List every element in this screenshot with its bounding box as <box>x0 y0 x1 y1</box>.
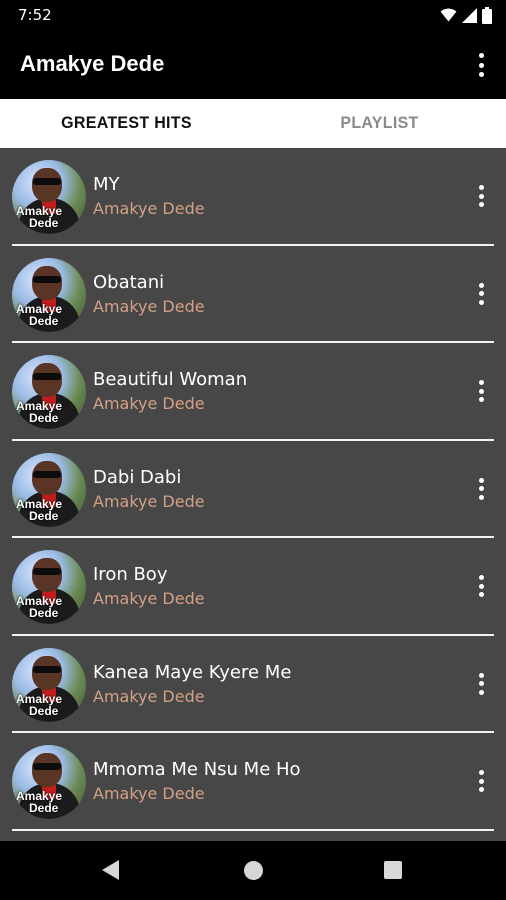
song-artist: Amakye Dede <box>93 394 205 413</box>
list-item[interactable]: Amakye Dede Beautiful Woman Amakye Dede <box>12 343 494 441</box>
song-title: Kanea Maye Kyere Me <box>93 661 292 683</box>
album-art-caption-line2: Dede <box>29 216 59 230</box>
more-options-icon[interactable] <box>474 575 488 597</box>
song-title: Iron Boy <box>93 564 168 585</box>
album-art-caption-line2: Dede <box>29 801 59 815</box>
album-art-caption-line2: Dede <box>29 606 59 620</box>
tab-greatest-hits[interactable]: GREATEST HITS <box>0 98 253 149</box>
song-title: Mmoma Me Nsu Me Ho <box>93 759 301 780</box>
status-time: 7:52 <box>18 6 52 24</box>
battery-icon <box>482 6 492 24</box>
more-options-icon[interactable] <box>474 380 488 402</box>
song-artist: Amakye Dede <box>93 784 205 803</box>
song-list: Amakye Dede MY Amakye Dede Amakye Dede Obatani… <box>0 148 506 841</box>
more-options-icon[interactable] <box>474 185 488 207</box>
more-options-icon[interactable] <box>474 770 488 792</box>
back-icon[interactable] <box>102 860 119 880</box>
recents-icon[interactable] <box>384 861 402 879</box>
more-options-icon[interactable] <box>474 477 488 500</box>
song-artist: Amakye Dede <box>93 296 205 316</box>
status-icons <box>440 6 492 24</box>
song-artist: Amakye Dede <box>93 589 205 608</box>
list-item[interactable]: Amakye Dede MY Amakye Dede <box>12 148 494 246</box>
song-title: Obatani <box>93 271 165 293</box>
wifi-icon <box>440 8 457 22</box>
album-art-caption-line2: Dede <box>29 508 59 523</box>
song-artist: Amakye Dede <box>93 686 205 706</box>
album-art: Amakye Dede <box>12 647 86 722</box>
overflow-menu-icon[interactable] <box>474 53 488 77</box>
tab-bar: GREATEST HITS PLAYLIST <box>0 99 506 148</box>
signal-icon <box>462 7 477 23</box>
app-bar: Amakye Dede <box>0 30 506 99</box>
song-title: MY <box>93 174 120 195</box>
album-art: Amakye Dede <box>12 257 86 332</box>
album-art: Amakye Dede <box>12 550 86 624</box>
status-bar: 7:52 <box>0 0 506 30</box>
album-art-caption-line2: Dede <box>29 411 59 425</box>
list-item[interactable]: Amakye Dede Dabi Dabi Amakye Dede <box>12 441 494 538</box>
home-icon[interactable] <box>244 861 263 880</box>
album-art: Amakye Dede <box>12 160 86 234</box>
song-title: Dabi Dabi <box>93 466 182 488</box>
album-art: Amakye Dede <box>12 452 86 527</box>
list-item[interactable]: Amakye Dede Obatani Amakye Dede <box>12 246 494 343</box>
app-title: Amakye Dede <box>20 51 165 76</box>
album-art: Amakye Dede <box>12 745 86 819</box>
list-item[interactable]: Amakye Dede Kanea Maye Kyere Me Amakye Dede <box>12 636 494 733</box>
tab-playlist[interactable]: PLAYLIST <box>253 98 506 149</box>
navigation-bar <box>0 841 506 900</box>
album-art-caption-line2: Dede <box>29 313 59 328</box>
album-art-caption-line2: Dede <box>29 703 59 718</box>
song-title: Beautiful Woman <box>93 369 248 390</box>
more-options-icon[interactable] <box>474 282 488 305</box>
more-options-icon[interactable] <box>474 672 488 695</box>
list-item[interactable]: Amakye Dede Iron Boy Amakye Dede <box>12 538 494 636</box>
song-artist: Amakye Dede <box>93 491 205 511</box>
list-item[interactable]: Amakye Dede Mmoma Me Nsu Me Ho Amakye Dede <box>12 733 494 831</box>
album-art: Amakye Dede <box>12 355 86 429</box>
song-artist: Amakye Dede <box>93 199 205 218</box>
